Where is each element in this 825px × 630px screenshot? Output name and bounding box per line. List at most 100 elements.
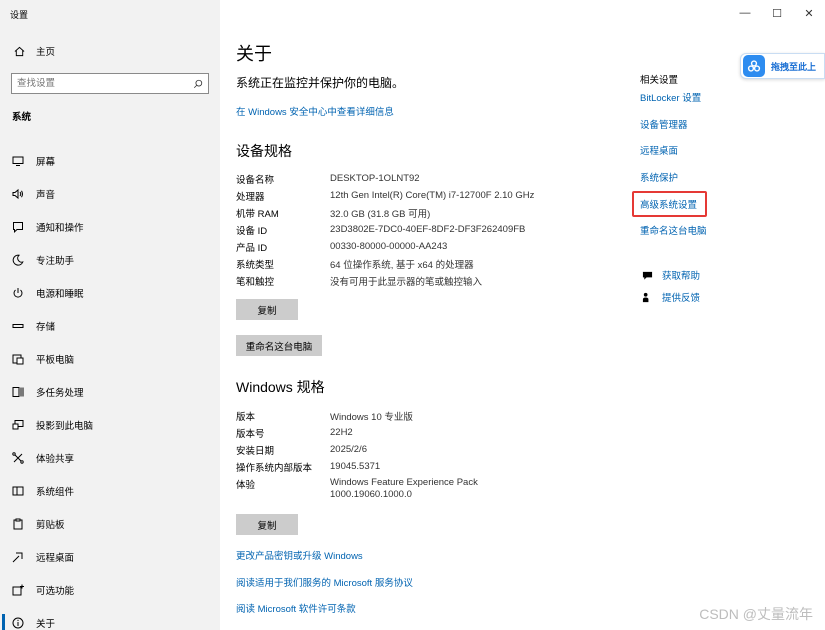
- sidebar-item-system-components[interactable]: 系统组件: [0, 474, 220, 507]
- license-terms-link[interactable]: 阅读 Microsoft 软件许可条款: [236, 601, 356, 615]
- sidebar-item-display[interactable]: 屏幕: [0, 144, 220, 177]
- spec-value: 2025/2/6: [330, 444, 367, 455]
- service-agreement-link[interactable]: 阅读适用于我们服务的 Microsoft 服务协议: [236, 575, 413, 589]
- sidebar-item-label: 通知和操作: [36, 222, 84, 234]
- related-settings-heading: 相关设置: [640, 75, 679, 86]
- system-protection-link[interactable]: 系统保护: [640, 170, 678, 184]
- sidebar-item-remote-desktop[interactable]: 远程桌面: [0, 540, 220, 573]
- display-icon: [11, 154, 25, 168]
- highlight-box: [632, 191, 707, 217]
- sidebar-item-storage[interactable]: 存储: [0, 309, 220, 342]
- spec-value: 19045.5371: [330, 461, 381, 472]
- search-icon[interactable]: [188, 79, 208, 89]
- moon-icon: [11, 253, 25, 267]
- home-nav-item[interactable]: 主页: [12, 44, 55, 58]
- feedback-link[interactable]: 提供反馈: [662, 290, 700, 304]
- spec-row: 机带 RAM 32.0 GB (31.8 GB 可用): [236, 204, 534, 221]
- rename-pc-button[interactable]: 重命名这台电脑: [236, 335, 322, 356]
- sidebar-item-about[interactable]: 关于: [0, 606, 220, 630]
- spec-key: 操作系统内部版本: [236, 462, 313, 474]
- multitask-icon: [11, 385, 25, 399]
- device-specs-heading: 设备规格: [236, 143, 292, 159]
- page-title: 关于: [236, 44, 272, 64]
- spec-value: DESKTOP-1OLNT92: [330, 173, 420, 184]
- get-help-link[interactable]: 获取帮助: [662, 268, 700, 282]
- spec-key: 产品 ID: [236, 242, 268, 254]
- sidebar-item-shared-experiences[interactable]: 体验共享: [0, 441, 220, 474]
- feedback-icon: [640, 292, 654, 303]
- sidebar-item-label: 远程桌面: [36, 552, 75, 564]
- home-icon: [12, 46, 26, 57]
- get-help-row[interactable]: 获取帮助: [640, 268, 700, 282]
- spec-key: 设备 ID: [236, 225, 268, 237]
- storage-icon: [11, 319, 25, 333]
- sidebar: 设置 主页 系统 屏幕 声音 通知和操作 专注助手: [0, 0, 220, 630]
- copy-device-specs-button[interactable]: 复制: [236, 299, 298, 320]
- security-center-link[interactable]: 在 Windows 安全中心中查看详细信息: [236, 104, 394, 118]
- spec-key: 机带 RAM: [236, 208, 279, 220]
- drag-drop-widget[interactable]: 拖拽至此上: [740, 53, 825, 79]
- spec-row: 安装日期 2025/2/6: [236, 441, 478, 458]
- sidebar-item-power[interactable]: 电源和睡眠: [0, 276, 220, 309]
- spec-value: Windows 10 专业版: [330, 411, 413, 423]
- sidebar-item-optional-features[interactable]: 可选功能: [0, 573, 220, 606]
- window-title: 设置: [10, 10, 29, 20]
- feedback-row[interactable]: 提供反馈: [640, 290, 700, 304]
- spec-key: 版本号: [236, 428, 265, 440]
- spec-row: 处理器 12th Gen Intel(R) Core(TM) i7-12700F …: [236, 187, 534, 204]
- sidebar-item-label: 关于: [36, 618, 56, 630]
- spec-row: 设备名称 DESKTOP-1OLNT92: [236, 170, 534, 187]
- spec-key: 安装日期: [236, 445, 275, 457]
- sidebar-item-label: 系统组件: [36, 486, 75, 498]
- spec-row: 操作系统内部版本 19045.5371: [236, 458, 478, 475]
- spec-key: 系统类型: [236, 259, 275, 271]
- spec-value: 23D3802E-7DC0-40EF-8DF2-DF3F262409FB: [330, 224, 526, 235]
- sidebar-item-label: 平板电脑: [36, 354, 75, 366]
- change-product-key-link[interactable]: 更改产品密钥或升级 Windows: [236, 548, 363, 562]
- sidebar-item-label: 电源和睡眠: [36, 288, 84, 300]
- search-box[interactable]: [11, 73, 209, 94]
- clipboard-icon: [11, 517, 25, 531]
- sidebar-item-label: 声音: [36, 189, 56, 201]
- copy-windows-specs-button[interactable]: 复制: [236, 514, 298, 535]
- minimize-button[interactable]: —: [729, 0, 761, 26]
- sidebar-item-clipboard[interactable]: 剪贴板: [0, 507, 220, 540]
- sidebar-item-focus-assist[interactable]: 专注助手: [0, 243, 220, 276]
- rename-pc-link[interactable]: 重命名这台电脑: [640, 223, 707, 237]
- spec-key: 版本: [236, 411, 256, 423]
- sidebar-item-sound[interactable]: 声音: [0, 177, 220, 210]
- sidebar-item-multitasking[interactable]: 多任务处理: [0, 375, 220, 408]
- bitlocker-settings-link[interactable]: BitLocker 设置: [640, 90, 701, 104]
- sidebar-item-label: 可选功能: [36, 585, 75, 597]
- spec-value: 64 位操作系统, 基于 x64 的处理器: [330, 259, 474, 271]
- spec-row: 笔和触控 没有可用于此显示器的笔或触控输入: [236, 272, 534, 289]
- sidebar-item-label: 投影到此电脑: [36, 420, 94, 432]
- remote-icon: [11, 550, 25, 564]
- sidebar-item-project[interactable]: 投影到此电脑: [0, 408, 220, 441]
- device-manager-link[interactable]: 设备管理器: [640, 117, 688, 131]
- components-icon: [11, 484, 25, 498]
- sidebar-item-notifications[interactable]: 通知和操作: [0, 210, 220, 243]
- protection-status: 系统正在监控并保护你的电脑。: [236, 76, 405, 90]
- section-heading: 系统: [12, 112, 32, 123]
- spec-value: 没有可用于此显示器的笔或触控输入: [330, 276, 483, 288]
- sidebar-item-label: 存储: [36, 321, 56, 333]
- spec-row: 体验 Windows Feature Experience Pack 1000.…: [236, 475, 478, 501]
- search-input[interactable]: [12, 74, 188, 93]
- help-chat-icon: [640, 270, 654, 281]
- share-icon: [11, 451, 25, 465]
- spec-key: 体验: [236, 480, 256, 491]
- home-label: 主页: [36, 47, 56, 58]
- speaker-icon: [11, 187, 25, 201]
- maximize-button[interactable]: ☐: [761, 0, 793, 26]
- sidebar-item-tablet[interactable]: 平板电脑: [0, 342, 220, 375]
- project-icon: [11, 418, 25, 432]
- window-controls: — ☐ ✕: [729, 0, 825, 26]
- spec-value: Windows Feature Experience Pack 1000.190…: [330, 477, 478, 501]
- close-button[interactable]: ✕: [793, 0, 825, 26]
- info-icon: [11, 616, 25, 630]
- spec-key: 笔和触控: [236, 276, 275, 288]
- spec-row: 版本 Windows 10 专业版: [236, 407, 478, 424]
- spec-key: 设备名称: [236, 174, 275, 186]
- remote-desktop-link[interactable]: 远程桌面: [640, 143, 678, 157]
